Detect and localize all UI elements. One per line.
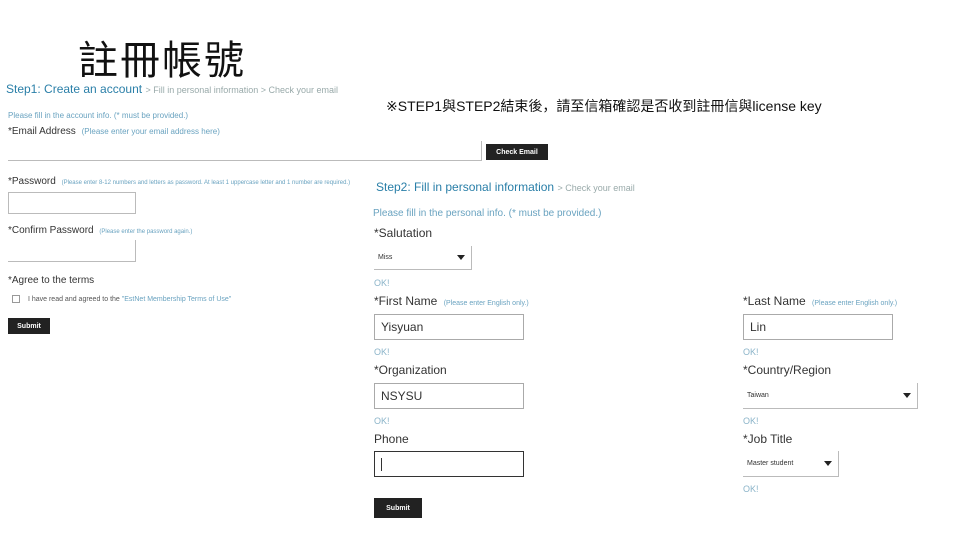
country-ok: OK! — [743, 416, 759, 426]
job-title-value: Master student — [747, 460, 794, 467]
agree-text: I have read and agreed to the — [27, 295, 120, 303]
step1-submit-button[interactable]: Submit — [8, 318, 50, 334]
agree-row: I have read and agreed to the "EstNet Me… — [12, 295, 231, 303]
organization-label: *Organization — [374, 363, 447, 377]
terms-label: *Agree to the terms — [8, 275, 95, 286]
salutation-value: Miss — [378, 254, 393, 261]
confirm-password-input[interactable] — [8, 240, 136, 262]
email-input[interactable] — [8, 141, 482, 161]
salutation-label: *Salutation — [374, 226, 433, 240]
first-name-label: *First Name (Please enter English only.) — [374, 294, 529, 308]
slide-title: 註冊帳號 — [78, 38, 246, 84]
organization-input[interactable]: NSYSU — [374, 383, 524, 409]
organization-ok: OK! — [374, 416, 390, 426]
job-title-select[interactable]: Master student — [743, 451, 839, 477]
job-title-ok: OK! — [743, 484, 759, 494]
step1-intro: Please fill in the account info. (* must… — [8, 111, 189, 120]
phone-input[interactable] — [374, 451, 524, 477]
chevron-down-icon — [457, 255, 465, 260]
step2-heading-rest: > Check your email — [557, 183, 635, 193]
country-value: Taiwan — [747, 392, 769, 399]
agree-checkbox[interactable] — [12, 295, 20, 303]
last-name-input[interactable]: Lin — [743, 314, 893, 340]
first-name-label-text: *First Name — [374, 294, 438, 308]
step2-heading: Step2: Fill in personal information > Ch… — [376, 180, 635, 194]
first-name-hint: (Please enter English only.) — [443, 300, 529, 307]
confirm-label-text: *Confirm Password — [8, 225, 94, 236]
job-title-label: *Job Title — [743, 432, 793, 446]
salutation-ok: OK! — [374, 278, 390, 288]
last-name-value: Lin — [750, 320, 767, 334]
step2-heading-text: Step2: Fill in personal information — [376, 180, 555, 194]
password-label: *Password (Please enter 8-12 numbers and… — [8, 176, 350, 187]
last-name-hint: (Please enter English only.) — [812, 300, 898, 307]
password-label-text: *Password — [8, 176, 56, 187]
check-email-button[interactable]: Check Email — [486, 144, 548, 160]
first-name-ok: OK! — [374, 347, 390, 357]
phone-label: Phone — [374, 432, 409, 446]
salutation-select[interactable]: Miss — [374, 246, 472, 270]
first-name-value: Yisyuan — [381, 320, 424, 334]
chevron-down-icon — [903, 393, 911, 398]
country-select[interactable]: Taiwan — [743, 383, 918, 409]
last-name-label-text: *Last Name — [743, 294, 806, 308]
step2-submit-button[interactable]: Submit — [374, 498, 422, 518]
step1-heading-text: Step1: Create an account — [6, 82, 143, 96]
confirm-hint: (Please enter the password again.) — [99, 229, 193, 235]
confirm-password-label: *Confirm Password (Please enter the pass… — [8, 225, 192, 236]
email-label: *Email Address (Please enter your email … — [8, 126, 220, 137]
email-hint: (Please enter your email address here) — [81, 127, 220, 136]
slide-note: ※STEP1與STEP2結束後，請至信箱確認是否收到註冊信與license ke… — [386, 98, 822, 114]
country-label: *Country/Region — [743, 363, 832, 377]
last-name-ok: OK! — [743, 347, 759, 357]
step2-intro: Please fill in the personal info. (* mus… — [373, 208, 602, 219]
step1-heading-rest: > Fill in personal information > Check y… — [145, 85, 339, 95]
organization-value: NSYSU — [381, 389, 423, 403]
last-name-label: *Last Name (Please enter English only.) — [743, 294, 897, 308]
terms-link[interactable]: "EstNet Membership Terms of Use" — [122, 296, 231, 303]
text-cursor — [381, 457, 382, 471]
first-name-input[interactable]: Yisyuan — [374, 314, 524, 340]
email-label-text: *Email Address — [8, 126, 76, 137]
step1-heading: Step1: Create an account > Fill in perso… — [6, 82, 338, 96]
password-hint: (Please enter 8-12 numbers and letters a… — [61, 180, 351, 186]
chevron-down-icon — [824, 461, 832, 466]
password-input[interactable] — [8, 192, 136, 214]
